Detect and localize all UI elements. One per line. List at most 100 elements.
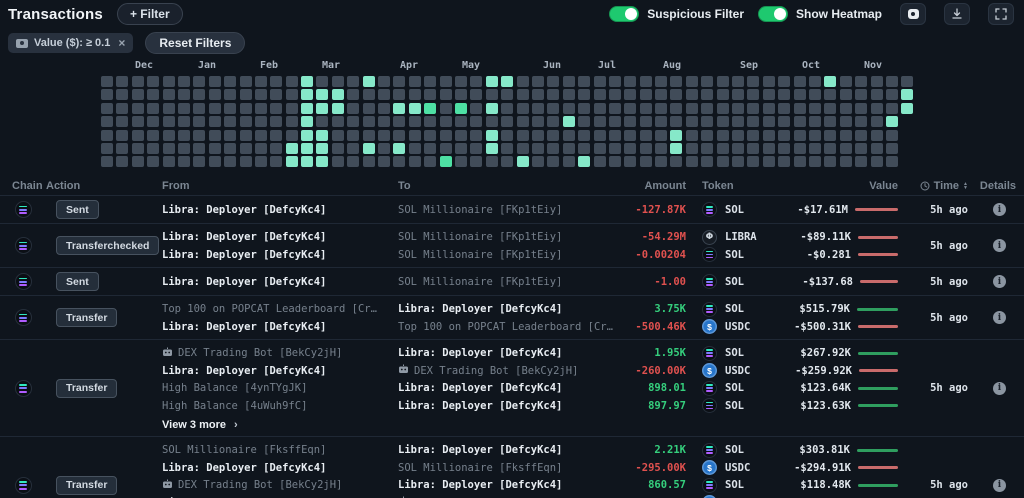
heatmap-cell[interactable] — [409, 116, 421, 127]
heatmap-cell[interactable] — [609, 89, 621, 100]
heatmap-cell[interactable] — [886, 76, 898, 87]
heatmap-cell[interactable] — [147, 89, 159, 100]
heatmap-cell[interactable] — [563, 130, 575, 141]
heatmap-cell[interactable] — [686, 76, 698, 87]
heatmap-cell[interactable] — [517, 130, 529, 141]
heatmap-cell[interactable] — [501, 156, 513, 167]
heatmap-cell[interactable] — [640, 143, 652, 154]
from-address[interactable]: Libra: Deployer [DefcyKc4] — [162, 231, 398, 243]
heatmap-cell[interactable] — [209, 156, 221, 167]
heatmap-cell[interactable] — [901, 103, 913, 114]
heatmap-cell[interactable] — [147, 156, 159, 167]
col-header-time[interactable]: Time ▲▼ — [905, 180, 975, 192]
heatmap-cell[interactable] — [578, 156, 590, 167]
heatmap-cell[interactable] — [901, 76, 913, 87]
heatmap-cell[interactable] — [532, 103, 544, 114]
heatmap-cell[interactable] — [363, 116, 375, 127]
heatmap-cell[interactable] — [409, 89, 421, 100]
heatmap-cell[interactable] — [655, 143, 667, 154]
heatmap-cell[interactable] — [270, 89, 282, 100]
heatmap-cell[interactable] — [886, 116, 898, 127]
download-button[interactable] — [944, 3, 970, 25]
heatmap-cell[interactable] — [424, 76, 436, 87]
heatmap-cell[interactable] — [886, 143, 898, 154]
heatmap-cell[interactable] — [886, 103, 898, 114]
heatmap-cell[interactable] — [794, 156, 806, 167]
heatmap-cell[interactable] — [809, 89, 821, 100]
heatmap-cell[interactable] — [547, 116, 559, 127]
from-address[interactable]: Libra: Deployer [DefcyKc4] — [162, 276, 398, 288]
heatmap-cell[interactable] — [178, 143, 190, 154]
to-address[interactable]: Libra: Deployer [DefcyKc4] — [398, 382, 630, 394]
heatmap-cell[interactable] — [424, 156, 436, 167]
heatmap-cell[interactable] — [301, 156, 313, 167]
heatmap-cell[interactable] — [347, 116, 359, 127]
heatmap-cell[interactable] — [809, 103, 821, 114]
heatmap-cell[interactable] — [347, 130, 359, 141]
heatmap-cell[interactable] — [470, 76, 482, 87]
to-address[interactable]: Libra: Deployer [DefcyKc4] — [398, 479, 630, 491]
heatmap-cell[interactable] — [116, 130, 128, 141]
heatmap-cell[interactable] — [286, 156, 298, 167]
heatmap-cell[interactable] — [517, 103, 529, 114]
heatmap-cell[interactable] — [578, 76, 590, 87]
heatmap-cell[interactable] — [393, 103, 405, 114]
heatmap-cell[interactable] — [763, 130, 775, 141]
from-address[interactable]: Top 100 on POPCAT Leaderboard [Cr… — [162, 303, 398, 315]
heatmap-cell[interactable] — [470, 116, 482, 127]
heatmap-cell[interactable] — [378, 76, 390, 87]
heatmap-cell[interactable] — [640, 156, 652, 167]
heatmap-cell[interactable] — [240, 116, 252, 127]
heatmap-cell[interactable] — [270, 103, 282, 114]
heatmap-cell[interactable] — [794, 76, 806, 87]
heatmap-cell[interactable] — [824, 76, 836, 87]
heatmap-cell[interactable] — [363, 103, 375, 114]
heatmap-cell[interactable] — [440, 143, 452, 154]
heatmap-cell[interactable] — [794, 89, 806, 100]
heatmap-cell[interactable] — [163, 103, 175, 114]
heatmap-cell[interactable] — [840, 130, 852, 141]
heatmap-cell[interactable] — [255, 116, 267, 127]
heatmap-cell[interactable] — [563, 103, 575, 114]
heatmap-cell[interactable] — [393, 156, 405, 167]
add-filter-button[interactable]: + Filter — [117, 3, 183, 25]
heatmap-cell[interactable] — [163, 156, 175, 167]
heatmap-cell[interactable] — [393, 89, 405, 100]
heatmap-cell[interactable] — [455, 76, 467, 87]
heatmap-cell[interactable] — [655, 130, 667, 141]
heatmap-cell[interactable] — [594, 116, 606, 127]
heatmap-cell[interactable] — [594, 76, 606, 87]
heatmap-cell[interactable] — [563, 76, 575, 87]
heatmap-cell[interactable] — [609, 103, 621, 114]
heatmap-cell[interactable] — [794, 130, 806, 141]
heatmap-cell[interactable] — [532, 116, 544, 127]
heatmap-cell[interactable] — [455, 89, 467, 100]
heatmap-cell[interactable] — [255, 76, 267, 87]
details-info-button[interactable]: i — [993, 239, 1006, 252]
heatmap-cell[interactable] — [178, 76, 190, 87]
heatmap-cell[interactable] — [732, 143, 744, 154]
heatmap-cell[interactable] — [486, 76, 498, 87]
heatmap-cell[interactable] — [347, 156, 359, 167]
heatmap-cell[interactable] — [486, 130, 498, 141]
heatmap-cell[interactable] — [501, 143, 513, 154]
screenshot-button[interactable] — [900, 3, 926, 25]
to-address[interactable]: SOL Millionaire [FksffEqn] — [398, 462, 630, 474]
heatmap-cell[interactable] — [209, 89, 221, 100]
heatmap-cell[interactable] — [732, 89, 744, 100]
to-address[interactable]: Libra: Deployer [DefcyKc4] — [398, 444, 630, 456]
heatmap-cell[interactable] — [855, 116, 867, 127]
heatmap-cell[interactable] — [855, 89, 867, 100]
heatmap-cell[interactable] — [717, 89, 729, 100]
heatmap-cell[interactable] — [147, 76, 159, 87]
heatmap-cell[interactable] — [670, 143, 682, 154]
heatmap-cell[interactable] — [655, 116, 667, 127]
heatmap-cell[interactable] — [547, 156, 559, 167]
heatmap-cell[interactable] — [424, 130, 436, 141]
heatmap-cell[interactable] — [640, 130, 652, 141]
details-info-button[interactable]: i — [993, 275, 1006, 288]
heatmap-cell[interactable] — [270, 130, 282, 141]
heatmap-cell[interactable] — [363, 143, 375, 154]
heatmap-cell[interactable] — [532, 143, 544, 154]
heatmap-cell[interactable] — [517, 143, 529, 154]
